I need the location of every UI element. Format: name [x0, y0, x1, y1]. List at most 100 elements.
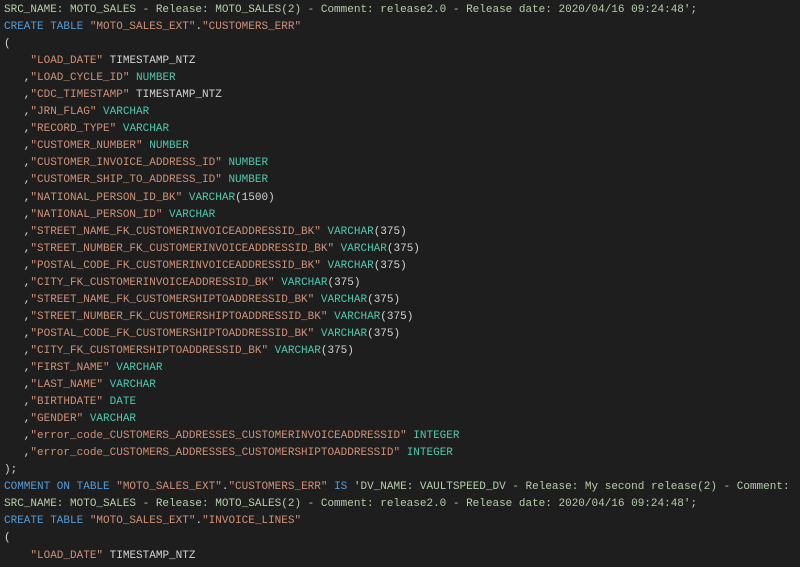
column-def: "LOAD_DATE" TIMESTAMP_NTZ	[4, 548, 796, 565]
column-def: ,"NATIONAL_PERSON_ID" VARCHAR	[4, 207, 796, 224]
column-def: ,"CDC_TIMESTAMP" TIMESTAMP_NTZ	[4, 87, 796, 104]
code-line: SRC_NAME: MOTO_SALES - Release: MOTO_SAL…	[4, 496, 796, 513]
table-name: "CUSTOMERS_ERR"	[202, 21, 301, 33]
data-type: VARCHAR	[189, 192, 235, 204]
comment-on-table-stmt: COMMENT ON TABLE "MOTO_SALES_EXT"."CUSTO…	[4, 479, 796, 496]
string-literal: 'DV_NAME: VAULTSPEED_DV - Release: My se…	[354, 481, 800, 493]
indent: ,	[4, 430, 30, 442]
open-paren: (	[4, 530, 796, 547]
column-name: "CDC_TIMESTAMP"	[30, 89, 129, 101]
column-def: ,"JRN_FLAG" VARCHAR	[4, 104, 796, 121]
data-type: VARCHAR	[169, 209, 215, 221]
column-name: "POSTAL_CODE_FK_CUSTOMERINVOICEADDRESSID…	[30, 260, 320, 272]
indent: ,	[4, 413, 30, 425]
string-literal-fragment: SRC_NAME: MOTO_SALES - Release: MOTO_SAL…	[4, 498, 697, 510]
keyword-create-table: CREATE TABLE	[4, 515, 90, 527]
data-type: INTEGER	[407, 447, 453, 459]
type-arg: (375)	[387, 243, 420, 255]
column-name: "LOAD_DATE"	[30, 550, 103, 562]
string-literal-fragment: SRC_NAME: MOTO_SALES - Release: MOTO_SAL…	[4, 4, 697, 16]
type-arg: (375)	[374, 226, 407, 238]
column-def: ,"RECORD_TYPE" VARCHAR	[4, 121, 796, 138]
indent: ,	[4, 226, 30, 238]
data-type: NUMBER	[228, 157, 268, 169]
column-def: ,"LOAD_CYCLE_ID" NUMBER	[4, 70, 796, 87]
data-type: TIMESTAMP_NTZ	[136, 89, 222, 101]
open-paren: (	[4, 36, 796, 53]
type-arg: (375)	[321, 345, 354, 357]
column-def: ,"NATIONAL_PERSON_ID_BK" VARCHAR(1500)	[4, 190, 796, 207]
data-type: VARCHAR	[321, 328, 367, 340]
column-name: "RECORD_TYPE"	[30, 123, 116, 135]
column-name: "error_code_CUSTOMERS_ADDRESSES_CUSTOMER…	[30, 447, 400, 459]
indent: ,	[4, 379, 30, 391]
data-type: VARCHAR	[110, 379, 156, 391]
type-arg: (375)	[380, 311, 413, 323]
column-name: "STREET_NAME_FK_CUSTOMERINVOICEADDRESSID…	[30, 226, 320, 238]
column-def: ,"POSTAL_CODE_FK_CUSTOMERINVOICEADDRESSI…	[4, 258, 796, 275]
column-name: "LOAD_DATE"	[30, 55, 103, 67]
indent: ,	[4, 123, 30, 135]
type-arg: (375)	[374, 260, 407, 272]
data-type: VARCHAR	[334, 311, 380, 323]
indent: ,	[4, 209, 30, 221]
sql-editor[interactable]: SRC_NAME: MOTO_SALES - Release: MOTO_SAL…	[0, 0, 800, 567]
schema-name: "MOTO_SALES_EXT"	[116, 481, 222, 493]
column-def: ,"BIRTHDATE" DATE	[4, 394, 796, 411]
column-def: ,"CITY_FK_CUSTOMERSHIPTOADDRESSID_BK" VA…	[4, 343, 796, 360]
indent: ,	[4, 140, 30, 152]
column-name: "GENDER"	[30, 413, 83, 425]
column-name: "JRN_FLAG"	[30, 106, 96, 118]
column-def: ,"CITY_FK_CUSTOMERINVOICEADDRESSID_BK" V…	[4, 275, 796, 292]
data-type: INTEGER	[413, 430, 459, 442]
data-type: NUMBER	[228, 174, 268, 186]
column-def: ,"CUSTOMER_SHIP_TO_ADDRESS_ID" NUMBER	[4, 172, 796, 189]
indent	[4, 550, 30, 562]
column-name: "CITY_FK_CUSTOMERSHIPTOADDRESSID_BK"	[30, 345, 268, 357]
column-def: ,"POSTAL_CODE_FK_CUSTOMERSHIPTOADDRESSID…	[4, 326, 796, 343]
column-name: "STREET_NUMBER_FK_CUSTOMERSHIPTOADDRESSI…	[30, 311, 327, 323]
column-def: ,"STREET_NUMBER_FK_CUSTOMERINVOICEADDRES…	[4, 241, 796, 258]
column-name: "NATIONAL_PERSON_ID_BK"	[30, 192, 182, 204]
indent: ,	[4, 72, 30, 84]
data-type: VARCHAR	[321, 294, 367, 306]
column-def: ,"GENDER" VARCHAR	[4, 411, 796, 428]
type-arg: (375)	[327, 277, 360, 289]
column-name: "STREET_NAME_FK_CUSTOMERSHIPTOADDRESSID_…	[30, 294, 314, 306]
indent: ,	[4, 362, 30, 374]
column-name: "STREET_NUMBER_FK_CUSTOMERINVOICEADDRESS…	[30, 243, 334, 255]
indent: ,	[4, 192, 30, 204]
indent: ,	[4, 277, 30, 289]
indent: ,	[4, 157, 30, 169]
indent: ,	[4, 345, 30, 357]
type-arg: (375)	[367, 328, 400, 340]
indent: ,	[4, 260, 30, 272]
column-name: "LAST_NAME"	[30, 379, 103, 391]
indent: ,	[4, 294, 30, 306]
column-def: ,"STREET_NAME_FK_CUSTOMERINVOICEADDRESSI…	[4, 224, 796, 241]
column-name: "POSTAL_CODE_FK_CUSTOMERSHIPTOADDRESSID_…	[30, 328, 314, 340]
column-def: ,"FIRST_NAME" VARCHAR	[4, 360, 796, 377]
data-type: VARCHAR	[275, 345, 321, 357]
column-def: ,"STREET_NAME_FK_CUSTOMERSHIPTOADDRESSID…	[4, 292, 796, 309]
keyword-create-table: CREATE TABLE	[4, 21, 90, 33]
column-name: "error_code_CUSTOMERS_ADDRESSES_CUSTOMER…	[30, 430, 406, 442]
indent: ,	[4, 311, 30, 323]
schema-name: "MOTO_SALES_EXT"	[90, 21, 196, 33]
indent	[4, 55, 30, 67]
column-name: "BIRTHDATE"	[30, 396, 103, 408]
table-name: "CUSTOMERS_ERR"	[228, 481, 327, 493]
column-def: ,"CUSTOMER_NUMBER" NUMBER	[4, 138, 796, 155]
data-type: VARCHAR	[116, 362, 162, 374]
table-name: "INVOICE_LINES"	[202, 515, 301, 527]
data-type: VARCHAR	[281, 277, 327, 289]
column-def: ,"LAST_NAME" VARCHAR	[4, 377, 796, 394]
type-arg: (1500)	[235, 192, 275, 204]
column-def: ,"error_code_CUSTOMERS_ADDRESSES_CUSTOME…	[4, 445, 796, 462]
data-type: VARCHAR	[90, 413, 136, 425]
column-name: "CUSTOMER_SHIP_TO_ADDRESS_ID"	[30, 174, 221, 186]
data-type: VARCHAR	[341, 243, 387, 255]
column-def: ,"STREET_NUMBER_FK_CUSTOMERSHIPTOADDRESS…	[4, 309, 796, 326]
data-type: NUMBER	[136, 72, 176, 84]
column-name: "FIRST_NAME"	[30, 362, 109, 374]
